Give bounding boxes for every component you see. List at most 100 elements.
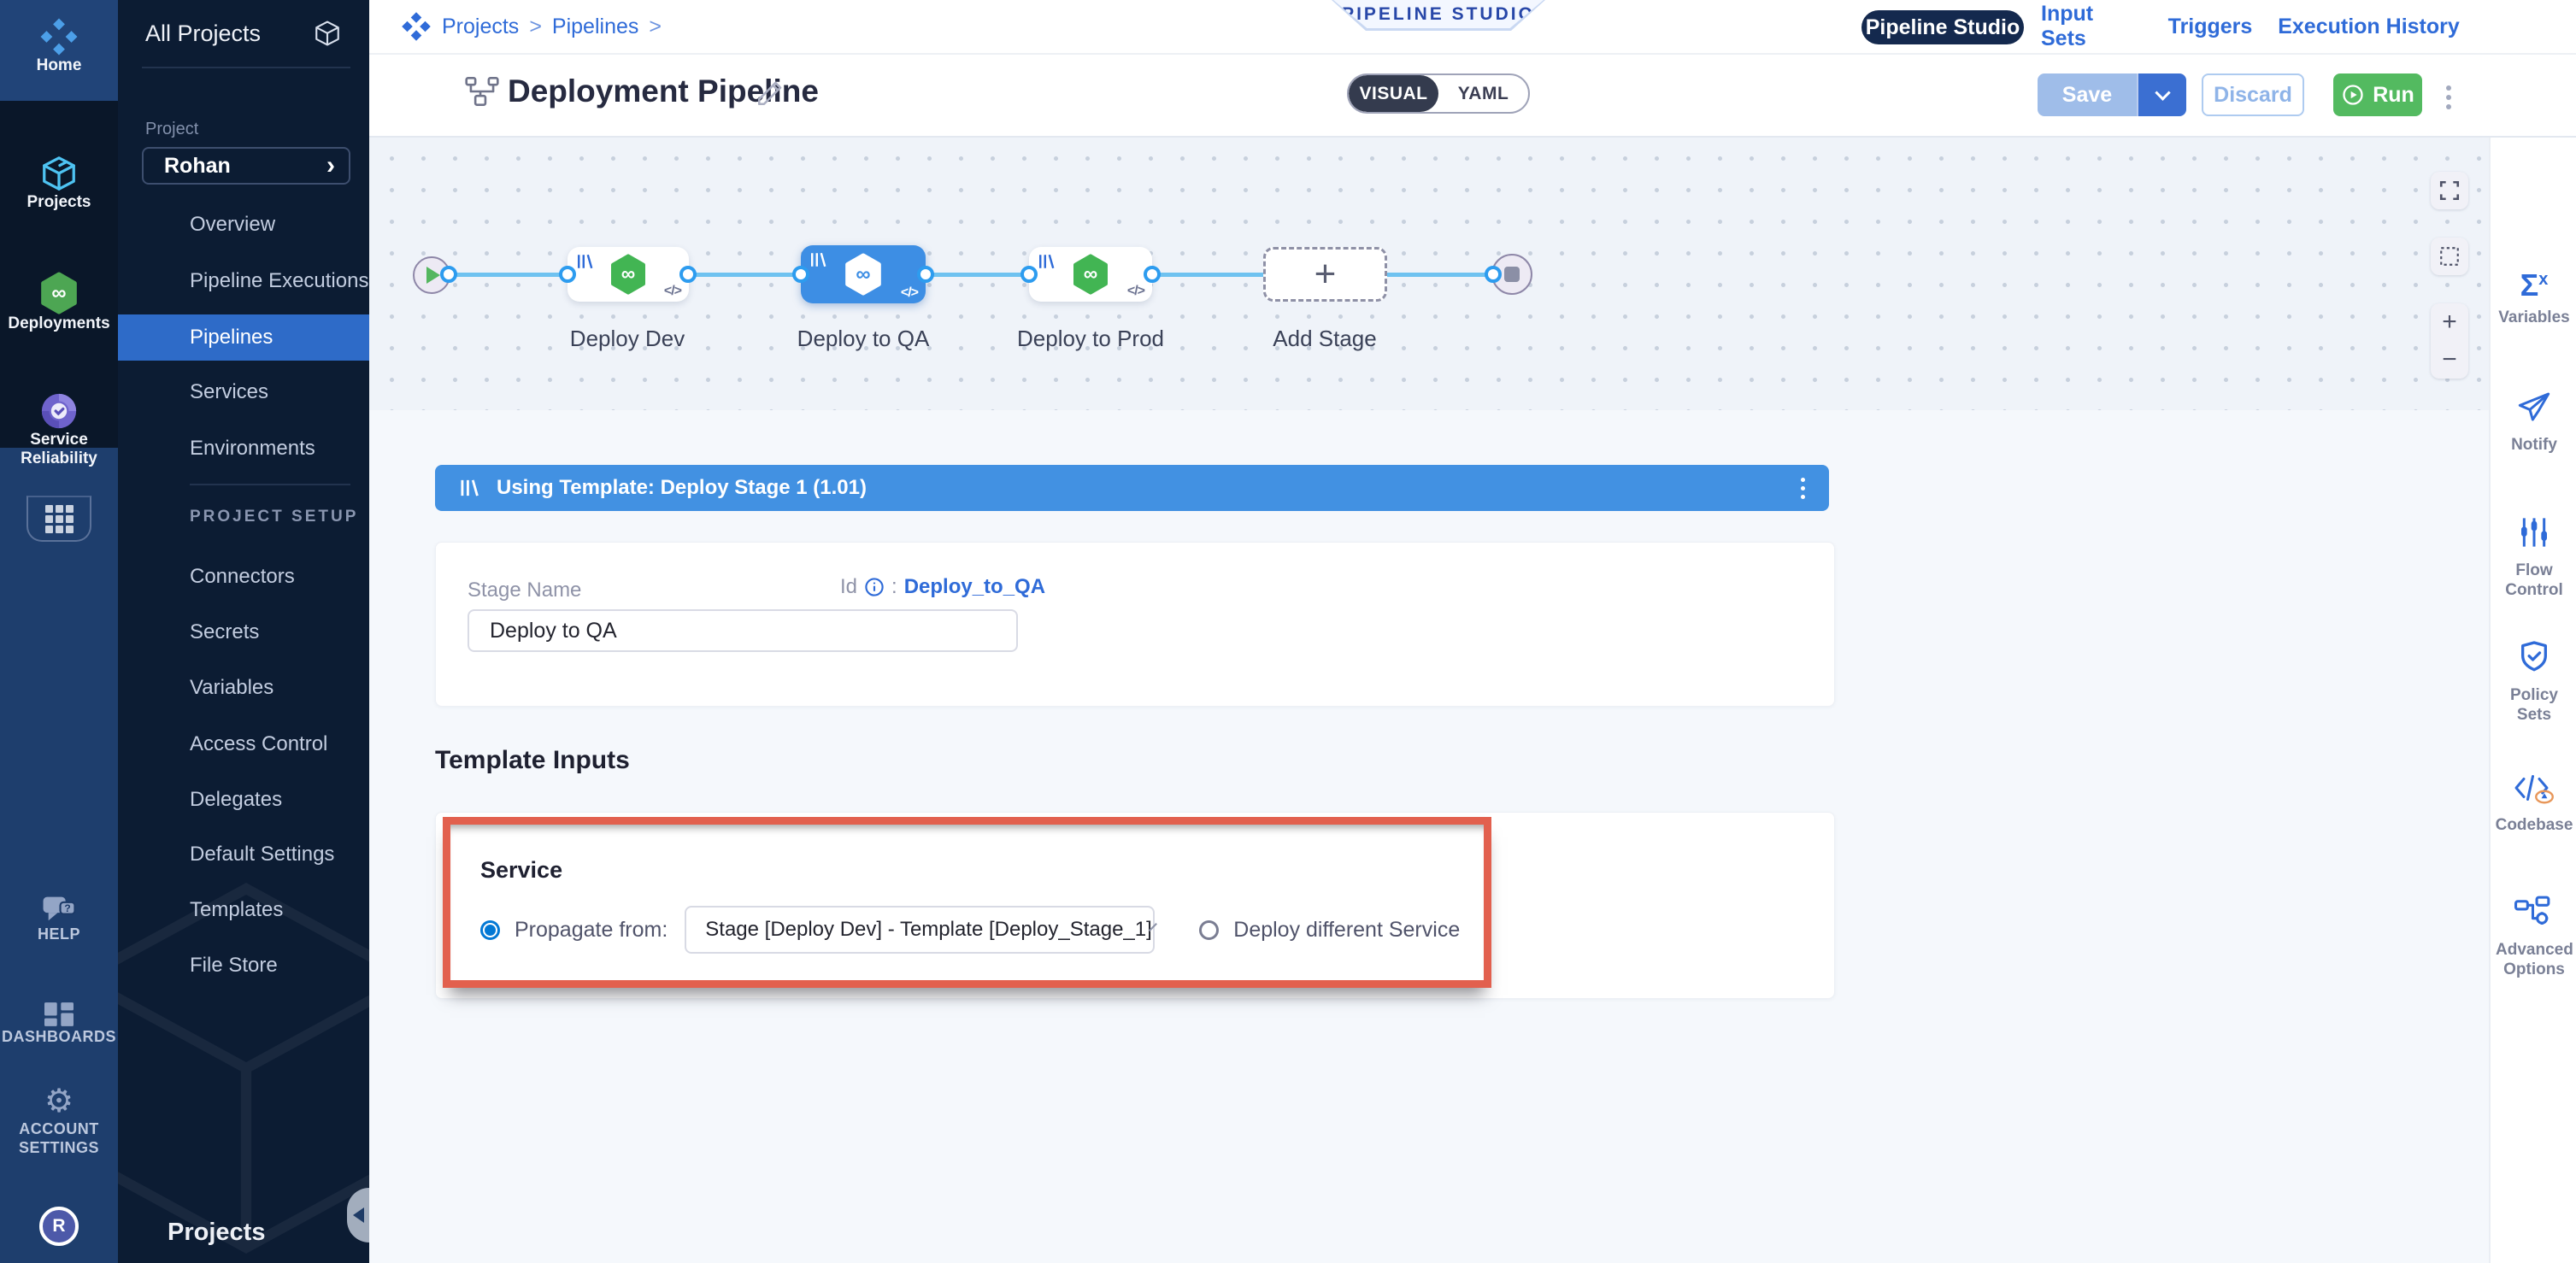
pipeline-edge [1152, 273, 1263, 277]
sidebar-item-variables[interactable]: Variables [118, 669, 369, 707]
harness-logo-icon[interactable] [401, 11, 432, 42]
edge-connector [679, 266, 697, 283]
edit-pencil-icon[interactable] [756, 79, 785, 108]
tool-variables[interactable]: Σx Variables [2491, 264, 2576, 327]
service-options-row: Propagate from: Stage [Deploy Dev] - Tem… [480, 906, 1463, 954]
sidebar-item-file-store[interactable]: File Store [118, 947, 369, 984]
sidebar-item-connectors[interactable]: Connectors [118, 558, 369, 596]
tool-policy-sets[interactable]: Policy Sets [2491, 640, 2576, 725]
rail-item-service-reliability[interactable]: Service Reliability [0, 391, 118, 468]
tool-codebase[interactable]: Codebase [2491, 772, 2576, 835]
stage-name-input[interactable] [468, 609, 1018, 652]
tab-execution-history[interactable]: Execution History [2277, 0, 2461, 53]
tool-advanced-options[interactable]: Advanced Options [2491, 895, 2576, 979]
sidebar-item-environments[interactable]: Environments [118, 430, 369, 467]
rail-item-deployments[interactable]: ∞ Deployments [0, 272, 118, 333]
fullscreen-icon [2438, 179, 2461, 202]
tab-pipeline-studio[interactable]: Pipeline Studio [1861, 10, 2024, 44]
run-button[interactable]: Run [2333, 73, 2422, 116]
app-root: Home Projects ∞ Deployments Service [0, 0, 2576, 1263]
pipeline-canvas[interactable]: ∞ </> ∞ </> ∞ </> + [369, 138, 2489, 410]
propagate-stage-value: Stage [Deploy Dev] - Template [Deploy_St… [705, 918, 1152, 942]
sidebar-item-delegates[interactable]: Delegates [118, 781, 369, 819]
policy-shield-icon [2517, 640, 2551, 674]
sidebar-item-templates[interactable]: Templates [118, 891, 369, 929]
flow-control-sliders-icon [2517, 515, 2551, 549]
rail-label-account-settings: ACCOUNT SETTINGS [12, 1119, 106, 1157]
tool-notify[interactable]: Notify [2491, 390, 2576, 455]
service-highlight-box: Service Propagate from: Stage [Deploy De… [443, 817, 1491, 988]
using-template-banner[interactable]: Using Template: Deploy Stage 1 (1.01) [435, 465, 1829, 511]
save-button[interactable]: Save [2038, 73, 2137, 116]
zoom-out-button[interactable]: − [2431, 341, 2468, 379]
stage-label-deploy-dev[interactable]: Deploy Dev [533, 326, 721, 352]
rail-item-account-settings[interactable]: ⚙ ACCOUNT SETTINGS [0, 1084, 118, 1157]
tool-label: Codebase [2491, 815, 2576, 835]
sidebar-item-access-control[interactable]: Access Control [118, 725, 369, 763]
template-library-icon [459, 478, 481, 498]
sidebar-item-services[interactable]: Services [118, 373, 369, 411]
sidebar-item-secrets[interactable]: Secrets [118, 614, 369, 651]
edge-connector [792, 266, 809, 283]
sidebar-item-pipeline-executions[interactable]: Pipeline Executions [118, 262, 369, 300]
rail-label-help: HELP [0, 925, 118, 943]
deploy-different-service-radio[interactable] [1199, 920, 1219, 940]
toggle-visual[interactable]: VISUAL [1349, 75, 1438, 112]
add-stage-label[interactable]: Add Stage [1231, 326, 1419, 352]
title-row: Deployment Pipeline VISUAL YAML Save Dis… [369, 55, 2576, 136]
stage-node-deploy-to-prod[interactable]: ∞ </> [1029, 247, 1152, 302]
user-avatar[interactable]: R [39, 1207, 79, 1246]
colon: : [891, 575, 897, 599]
rail-item-help[interactable]: ? HELP [0, 896, 118, 943]
rail-label-deployments: Deployments [0, 314, 118, 333]
rail-item-projects[interactable]: Projects [0, 154, 118, 212]
tool-label: Notify [2491, 435, 2576, 455]
code-icon[interactable]: </> [1127, 284, 1144, 299]
rail-item-dashboards[interactable]: DASHBOARDS [0, 1002, 118, 1046]
sidebar-item-default-settings[interactable]: Default Settings [118, 836, 369, 873]
stage-node-deploy-dev[interactable]: ∞ </> [568, 247, 689, 302]
template-library-icon [575, 253, 596, 270]
code-icon[interactable]: </> [664, 284, 681, 299]
sidebar-item-pipelines[interactable]: Pipelines [118, 314, 369, 361]
propagate-from-label: Propagate from: [515, 918, 668, 943]
breadcrumb: Projects > Pipelines > [401, 0, 662, 53]
visual-yaml-toggle: VISUAL YAML [1347, 73, 1530, 114]
projects-section-heading[interactable]: Projects [168, 1219, 265, 1247]
plus-icon: + [1314, 253, 1337, 296]
infinity-glyph: ∞ [621, 262, 635, 285]
more-options-kebab[interactable] [2446, 85, 2451, 109]
info-icon[interactable] [864, 577, 885, 597]
tool-flow-control[interactable]: Flow Control [2491, 515, 2576, 600]
tab-input-sets[interactable]: Input Sets [2041, 0, 2144, 53]
save-dropdown-button[interactable] [2137, 73, 2186, 116]
canvas-select-button[interactable] [2431, 238, 2468, 275]
project-selector[interactable]: Rohan › [142, 147, 350, 185]
module-grid-button[interactable] [26, 496, 91, 542]
toggle-yaml[interactable]: YAML [1438, 75, 1528, 112]
canvas-fullscreen-button[interactable] [2431, 172, 2468, 209]
all-projects-heading[interactable]: All Projects [145, 21, 261, 47]
breadcrumb-projects[interactable]: Projects [442, 15, 519, 39]
pipeline-edge [449, 273, 568, 277]
sidebar-item-overview[interactable]: Overview [118, 206, 369, 244]
breadcrumb-pipelines[interactable]: Pipelines [552, 15, 638, 39]
zoom-in-button[interactable]: + [2431, 303, 2468, 341]
stage-label-deploy-to-prod[interactable]: Deploy to Prod [997, 326, 1185, 352]
code-icon[interactable]: </> [901, 285, 918, 301]
template-library-icon [1037, 253, 1057, 270]
stage-node-deploy-to-qa[interactable]: ∞ </> [801, 245, 926, 303]
propagate-from-radio[interactable] [480, 920, 500, 940]
template-options-kebab[interactable] [1801, 478, 1805, 499]
discard-button[interactable]: Discard [2202, 73, 2304, 116]
tab-triggers[interactable]: Triggers [2167, 0, 2253, 53]
stage-label-deploy-to-qa[interactable]: Deploy to QA [769, 326, 957, 352]
stage-id-value[interactable]: Deploy_to_QA [904, 575, 1045, 599]
all-projects-cube-icon[interactable] [313, 19, 342, 48]
rail-item-home[interactable]: Home [0, 17, 118, 75]
project-nav-panel: All Projects Project Rohan › Overview Pi… [118, 0, 369, 1263]
propagate-stage-select[interactable]: Stage [Deploy Dev] - Template [Deploy_St… [685, 906, 1155, 954]
codebase-icon [2514, 772, 2555, 804]
infinity-glyph: ∞ [856, 262, 870, 285]
add-stage-node[interactable]: + [1263, 247, 1387, 302]
